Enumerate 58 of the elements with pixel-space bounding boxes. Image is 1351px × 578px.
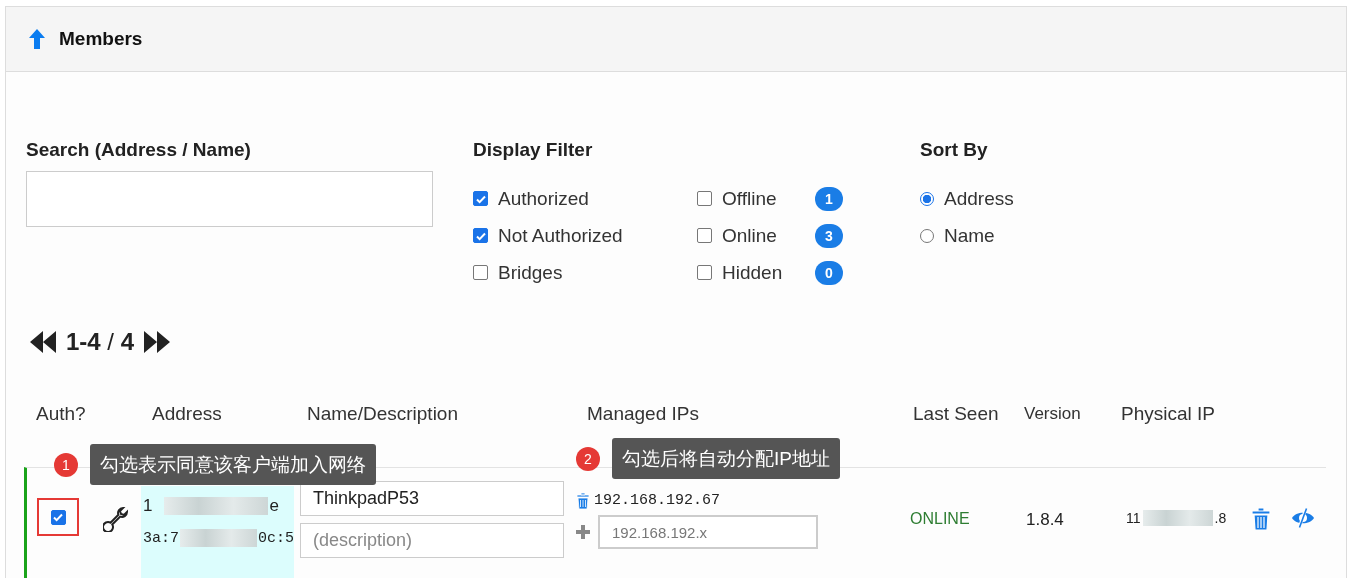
description-field[interactable]: (description): [300, 523, 564, 558]
previous-page-icon[interactable]: [30, 331, 56, 353]
column-header: Last Seen: [912, 403, 1000, 425]
physical-ip: .8: [1214, 510, 1227, 526]
step-badge: 1: [54, 452, 78, 477]
radio-button[interactable]: [920, 228, 934, 243]
filter-option-label: Authorized: [498, 187, 589, 210]
page-range: 1-4 / 4: [66, 328, 135, 356]
filter-option-label: Hidden: [722, 261, 783, 284]
version-text: 1.8.4: [1026, 510, 1064, 529]
search-label: Search (Address / Name): [26, 138, 252, 162]
column-header: Version: [1023, 404, 1082, 424]
filter-checkbox[interactable]: [473, 265, 488, 280]
trash-icon[interactable]: [1251, 508, 1271, 530]
search-field[interactable]: [26, 171, 433, 227]
managed-ip: 192.168.192.67: [594, 492, 721, 509]
node-address: e: [269, 496, 279, 516]
next-page-icon[interactable]: [144, 331, 171, 353]
filter-option-label: Offline: [722, 187, 777, 210]
redaction-blur: [1142, 510, 1213, 526]
column-header: Physical IP: [1120, 403, 1216, 425]
filter-checkbox[interactable]: [697, 228, 712, 243]
mac-address: 3a:7: [143, 529, 179, 547]
plus-icon[interactable]: [576, 525, 590, 539]
node-address: 1: [143, 496, 153, 516]
filter-option-label: Bridges: [498, 261, 563, 284]
column-header: Name/Description: [306, 403, 459, 425]
sort-option-label: Address: [944, 187, 1014, 210]
count-badge: 3: [815, 223, 843, 248]
wrench-icon[interactable]: [103, 506, 129, 532]
filter-option-label: Not Authorized: [498, 224, 623, 247]
step-badge: 2: [576, 446, 600, 471]
name-field[interactable]: ThinkpadP53: [300, 481, 564, 516]
filter-checkbox[interactable]: [697, 191, 712, 206]
sort-option-label: Name: [944, 224, 995, 247]
tooltip: 勾选后将自动分配IP地址: [612, 438, 840, 479]
mac-address: 0c:5: [258, 529, 294, 547]
radio-button[interactable]: [920, 191, 934, 206]
column-header: Address: [151, 403, 223, 425]
display-filter-label: Display Filter: [473, 138, 594, 162]
filter-checkbox[interactable]: [473, 228, 488, 243]
column-header: Managed IPs: [586, 403, 700, 425]
hidden-eye-icon[interactable]: [1291, 508, 1315, 528]
column-header: Auth?: [35, 403, 87, 425]
count-badge: 1: [815, 186, 843, 211]
authorize-checkbox[interactable]: [50, 509, 66, 525]
panel-title: Members: [59, 28, 143, 50]
status-text: ONLINE: [909, 510, 970, 527]
filter-option-label: Online: [722, 224, 777, 247]
filter-checkbox[interactable]: [697, 265, 712, 280]
trash-icon[interactable]: [576, 492, 590, 509]
filter-checkbox[interactable]: [473, 191, 488, 206]
ip-field[interactable]: 192.168.192.x: [598, 515, 818, 549]
physical-ip: 11: [1126, 510, 1141, 526]
sort-by-label: Sort By: [920, 138, 989, 162]
tooltip: 勾选表示同意该客户端加入网络: [90, 444, 376, 485]
count-badge: 0: [815, 260, 843, 285]
up-arrow-icon[interactable]: [29, 29, 45, 49]
